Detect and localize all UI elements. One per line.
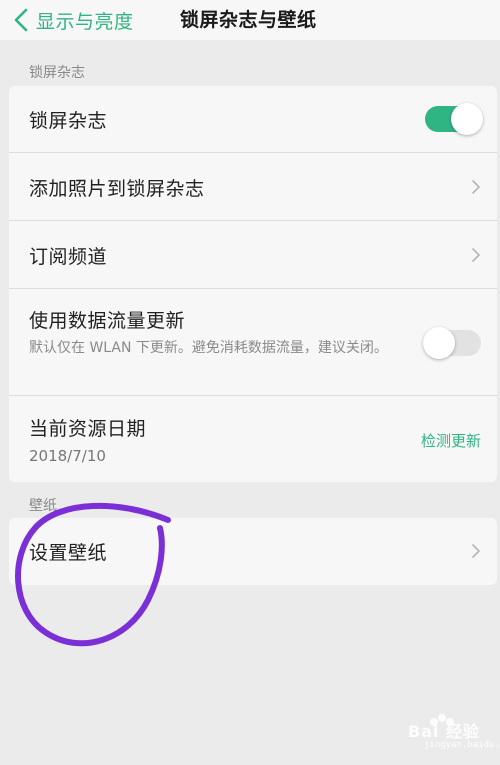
top-bar: 显示与亮度 锁屏杂志与壁纸 bbox=[0, 0, 500, 40]
row-title: 添加照片到锁屏杂志 bbox=[29, 178, 205, 200]
row-title: 锁屏杂志 bbox=[29, 110, 108, 132]
chevron-right-icon bbox=[472, 544, 480, 558]
row-resource-date: 当前资源日期 2018/7/10 检测更新 bbox=[9, 396, 497, 482]
row-title: 订阅频道 bbox=[29, 246, 108, 268]
mobile-data-toggle[interactable] bbox=[423, 327, 481, 359]
row-set-wallpaper[interactable]: 设置壁纸 bbox=[9, 518, 497, 585]
row-mobile-data-update[interactable]: 使用数据流量更新 默认仅在 WLAN 下更新。避免消耗数据流量，建议关闭。 bbox=[9, 289, 497, 396]
row-title: 设置壁纸 bbox=[29, 542, 108, 564]
row-magazine-toggle[interactable]: 锁屏杂志 bbox=[9, 86, 497, 153]
page-title: 锁屏杂志与壁纸 bbox=[180, 9, 317, 31]
row-title: 使用数据流量更新 bbox=[29, 310, 186, 332]
toggle-knob bbox=[451, 103, 483, 135]
watermark: Bai 经验 jingyan.baidu.com bbox=[384, 710, 500, 760]
magazine-toggle[interactable] bbox=[425, 103, 483, 135]
resource-date-value: 2018/7/10 bbox=[29, 447, 106, 465]
row-subscribe-channels[interactable]: 订阅频道 bbox=[9, 221, 497, 289]
magazine-settings-card: 锁屏杂志 添加照片到锁屏杂志 订阅频道 使用数据流量更新 默认仅在 WLAN 下… bbox=[9, 86, 497, 482]
chevron-right-icon bbox=[472, 248, 480, 262]
check-update-link[interactable]: 检测更新 bbox=[421, 430, 481, 451]
row-add-photos[interactable]: 添加照片到锁屏杂志 bbox=[9, 153, 497, 221]
chevron-left-icon bbox=[14, 8, 28, 32]
row-subtitle: 默认仅在 WLAN 下更新。避免消耗数据流量，建议关闭。 bbox=[29, 340, 388, 356]
watermark-text: Bai 经验 bbox=[408, 722, 481, 741]
section-label-magazine: 锁屏杂志 bbox=[29, 65, 85, 81]
toggle-knob bbox=[423, 327, 455, 359]
back-label: 显示与亮度 bbox=[36, 10, 134, 33]
section-label-wallpaper: 壁纸 bbox=[29, 498, 57, 514]
wallpaper-settings-card: 设置壁纸 bbox=[9, 518, 497, 585]
row-title: 当前资源日期 bbox=[29, 418, 147, 440]
back-button[interactable]: 显示与亮度 bbox=[12, 4, 134, 36]
watermark-url: jingyan.baidu.com bbox=[424, 740, 500, 750]
chevron-right-icon bbox=[472, 180, 480, 194]
